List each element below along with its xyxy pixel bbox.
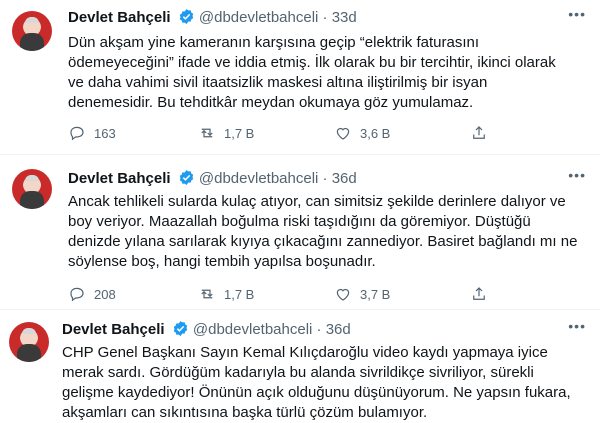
- author-name[interactable]: Devlet Bahçeli: [62, 321, 165, 338]
- tweet-1[interactable]: Devlet Bahçeli @dbdevletbahceli · 33d ••…: [0, 0, 600, 155]
- tweet-2[interactable]: Devlet Bahçeli @dbdevletbahceli · 36d ••…: [0, 155, 600, 310]
- more-icon[interactable]: •••: [568, 318, 586, 334]
- share-button[interactable]: [470, 124, 488, 142]
- verified-badge-icon: [179, 9, 193, 24]
- retweet-button[interactable]: 1,7 B: [198, 285, 254, 303]
- author-handle[interactable]: @dbdevletbahceli: [199, 9, 318, 26]
- like-count: 3,7 B: [360, 286, 391, 302]
- reply-icon: [70, 287, 84, 302]
- reply-count: 208: [94, 286, 116, 302]
- like-button[interactable]: 3,6 B: [334, 124, 390, 142]
- avatar[interactable]: [12, 169, 52, 209]
- retweet-button[interactable]: 1,7 B: [198, 124, 254, 142]
- tweet-text: CHP Genel Başkanı Sayın Kemal Kılıçdaroğ…: [62, 344, 571, 421]
- share-icon: [473, 126, 485, 139]
- reply-icon: [70, 126, 84, 141]
- retweet-icon: [201, 128, 213, 138]
- retweet-icon: [201, 289, 213, 299]
- retweet-count: 1,7 B: [224, 125, 255, 141]
- separator-dot: ·: [316, 321, 322, 338]
- tweet-3[interactable]: Devlet Bahçeli @dbdevletbahceli · 36d ••…: [0, 310, 600, 422]
- like-icon: [336, 127, 350, 140]
- tweet-actions: 163 1,7 B 3,6 B: [68, 124, 588, 144]
- verified-badge-icon: [179, 170, 193, 185]
- author-handle[interactable]: @dbdevletbahceli: [193, 321, 312, 338]
- like-button[interactable]: 3,7 B: [334, 285, 390, 303]
- share-button[interactable]: [470, 285, 488, 303]
- reply-button[interactable]: 163: [68, 124, 116, 142]
- more-icon[interactable]: •••: [568, 6, 586, 22]
- like-icon: [336, 288, 350, 301]
- like-count: 3,6 B: [360, 125, 391, 141]
- tweet-text: Dün akşam yine kameranın karşısına geçip…: [68, 34, 556, 111]
- timestamp[interactable]: 33d: [332, 9, 357, 26]
- author-handle[interactable]: @dbdevletbahceli: [199, 170, 318, 187]
- tweet-text: Ancak tehlikeli sularda kulaç atıyor, ca…: [68, 193, 578, 270]
- timestamp[interactable]: 36d: [332, 170, 357, 187]
- more-icon[interactable]: •••: [568, 167, 586, 183]
- reply-count: 163: [94, 125, 116, 141]
- reply-button[interactable]: 208: [68, 285, 116, 303]
- avatar[interactable]: [9, 322, 49, 362]
- author-name[interactable]: Devlet Bahçeli: [68, 170, 171, 187]
- avatar[interactable]: [12, 11, 52, 51]
- tweet-actions: 208 1,7 B 3,7 B: [68, 285, 588, 305]
- retweet-count: 1,7 B: [224, 286, 255, 302]
- timestamp[interactable]: 36d: [326, 321, 351, 338]
- verified-badge-icon: [173, 321, 187, 336]
- separator-dot: ·: [322, 9, 328, 26]
- separator-dot: ·: [322, 170, 328, 187]
- share-icon: [473, 287, 485, 300]
- author-name[interactable]: Devlet Bahçeli: [68, 9, 171, 26]
